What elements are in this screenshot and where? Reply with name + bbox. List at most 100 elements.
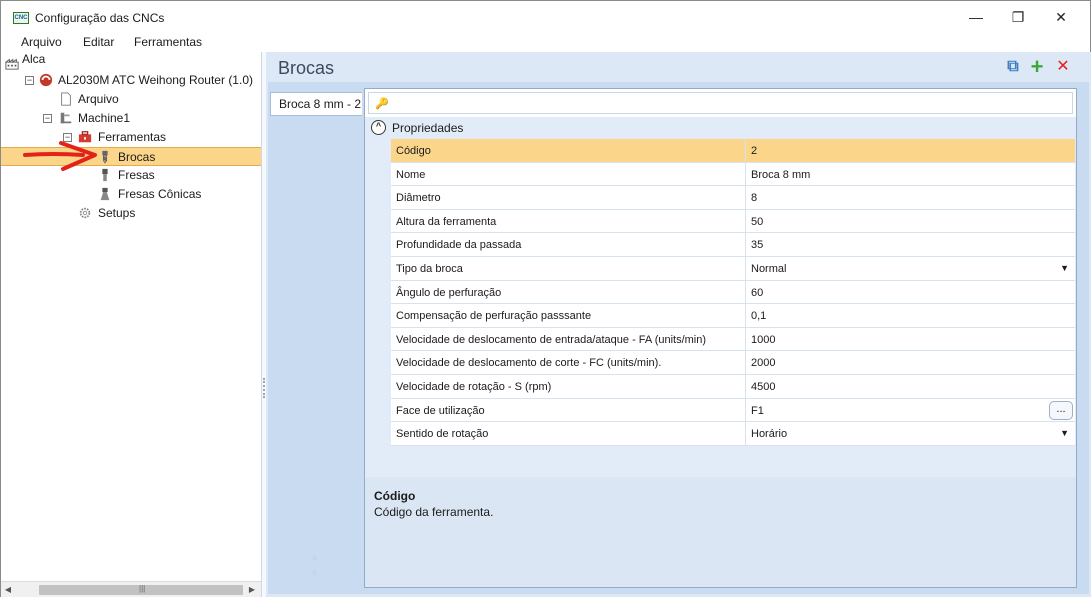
minimize-button[interactable]: — [953,1,999,33]
collapse-toggle[interactable]: − [25,76,34,85]
file-icon [61,92,71,106]
app-window: CNC Configuração das CNCs — ❐ ✕ Arquivo … [0,0,1091,597]
property-row[interactable]: Velocidade de deslocamento de corte - FC… [391,351,1075,375]
property-name: Velocidade de deslocamento de entrada/at… [396,333,707,346]
property-row[interactable]: Altura da ferramenta 50 [391,209,1075,234]
tab-broca-8mm[interactable]: Broca 8 mm - 2 [270,92,362,116]
menu-bar: Arquivo Editar Ferramentas [1,33,1090,51]
tree-item-label: Setups [98,206,136,220]
tree-item-label: Arquivo [78,92,119,106]
property-row[interactable]: Face de utilização F1... [391,398,1075,423]
remove-button[interactable]: ✕ [1054,58,1072,76]
tree-item-machine1[interactable]: − Machine1 [1,109,261,128]
menu-ferramentas[interactable]: Ferramentas [134,35,202,49]
collapse-toggle[interactable]: − [43,114,52,123]
description-panel: Código Código da ferramenta. [365,477,1076,587]
property-name: Ângulo de perfuração [396,286,502,299]
property-name: Tipo da broca [396,263,463,275]
column-divider [745,398,746,422]
column-divider [745,304,746,327]
category-label: Propriedades [392,121,464,135]
property-value[interactable]: F1 [751,405,764,417]
column-divider [745,327,746,351]
copy-button[interactable]: ⧉ [1004,58,1022,76]
column-divider [745,186,746,209]
property-row[interactable]: Tipo da broca Normal ▼ [391,257,1075,281]
factory-icon [5,58,19,70]
property-row[interactable]: Sentido de rotação Horário ▼ [391,422,1075,446]
property-name: Velocidade de rotação - S (rpm) [396,381,552,393]
tree-horizontal-scrollbar[interactable]: ◀ ||| ▶ [1,581,261,597]
tree-item-label: Brocas [118,150,156,164]
property-row[interactable]: Velocidade de rotação - S (rpm) 4500 [391,375,1075,399]
page-title: Brocas [278,58,335,78]
column-divider [745,209,746,233]
tree-panel: Alca − AL2030M ATC Weihong Router (1.0) … [1,52,262,597]
property-name: Diâmetro [396,192,441,205]
property-value[interactable]: 2000 [751,357,775,369]
property-value[interactable]: 4500 [751,381,775,393]
tree-item-fresas-conicas[interactable]: Fresas Cônicas [1,185,261,204]
dropdown-arrow-icon[interactable]: ▼ [1060,263,1069,273]
tree-item-arquivo[interactable]: Arquivo [1,90,261,109]
machine-red-icon [39,73,53,87]
tree-item-label: Fresas Cônicas [118,187,202,201]
scrollbar-grip: ||| [139,584,146,593]
key-icon: 🔑 [375,98,389,110]
tree-item-setups[interactable]: Setups [1,204,261,223]
property-name: Compensação de perfuração passsante [396,310,592,323]
chevron-up-icon[interactable]: ▲ [310,552,319,562]
category-row[interactable]: ^ Propriedades [365,117,1076,139]
property-search: 🔑 [368,92,1073,114]
title-bar[interactable]: CNC Configuração das CNCs — ❐ ✕ [1,1,1090,33]
property-row[interactable]: Profundidade da passada 35 [391,233,1075,257]
property-row[interactable]: Diâmetro 8 [391,186,1075,210]
property-value[interactable]: 2 [751,145,757,157]
tab-column: Broca 8 mm - 2 ▲ ▼ [268,82,362,594]
menu-arquivo[interactable]: Arquivo [21,35,62,49]
column-divider [745,257,746,280]
dropdown-arrow-icon[interactable]: ▼ [1060,428,1069,438]
property-value[interactable]: 1000 [751,334,775,346]
property-name: Altura da ferramenta [396,215,497,228]
property-value[interactable]: 60 [751,287,763,299]
column-divider [745,375,746,398]
property-value[interactable]: 35 [751,239,763,251]
content-area: Broca 8 mm - 2 ▲ ▼ 🔑 ^ Propriedades Códi… [268,82,1089,594]
tree-item-label: Alca [22,52,46,66]
column-divider [745,233,746,256]
property-name: Código [396,145,431,157]
property-row[interactable]: Código 2 [391,139,1075,163]
scroll-right-icon[interactable]: ▶ [245,582,259,598]
mill-icon [102,168,108,182]
menu-editar[interactable]: Editar [83,35,114,49]
tree-item-router[interactable]: − AL2030M ATC Weihong Router (1.0) [1,71,261,90]
add-button[interactable]: + [1028,56,1046,78]
property-row[interactable]: Ângulo de perfuração 60 [391,280,1075,305]
property-name: Nome [396,168,426,181]
tree-item-label: AL2030M ATC Weihong Router (1.0) [58,73,253,87]
property-grid: 🔑 ^ Propriedades Código 2 Nome Broca 8 mm Di… [364,88,1077,588]
property-value[interactable]: Horário [751,428,787,440]
property-row[interactable]: Compensação de perfuração passsante 0,1 [391,304,1075,328]
property-value[interactable]: 0,1 [751,310,766,322]
property-search-input[interactable] [391,95,1067,111]
property-value[interactable]: Broca 8 mm [751,169,810,181]
property-name: Sentido de rotação [396,428,489,441]
description-text: Código da ferramenta. [374,505,494,519]
property-value[interactable]: 50 [751,216,763,228]
cnc-app-icon: CNC [13,12,29,24]
property-value[interactable]: Normal [751,263,786,275]
conical-mill-icon [100,187,110,201]
close-window-button[interactable]: ✕ [1038,1,1084,33]
drill-icon [102,150,108,164]
scroll-left-icon[interactable]: ◀ [1,582,15,598]
property-row[interactable]: Velocidade de deslocamento de entrada/at… [391,327,1075,352]
window-title: Configuração das CNCs [35,11,165,25]
property-row[interactable]: Nome Broca 8 mm [391,162,1075,187]
ellipsis-button[interactable]: ... [1049,400,1073,420]
property-value[interactable]: 8 [751,192,757,204]
restore-button[interactable]: ❐ [995,1,1041,33]
collapse-category-icon[interactable]: ^ [371,120,386,135]
chevron-down-icon[interactable]: ▼ [310,568,319,578]
